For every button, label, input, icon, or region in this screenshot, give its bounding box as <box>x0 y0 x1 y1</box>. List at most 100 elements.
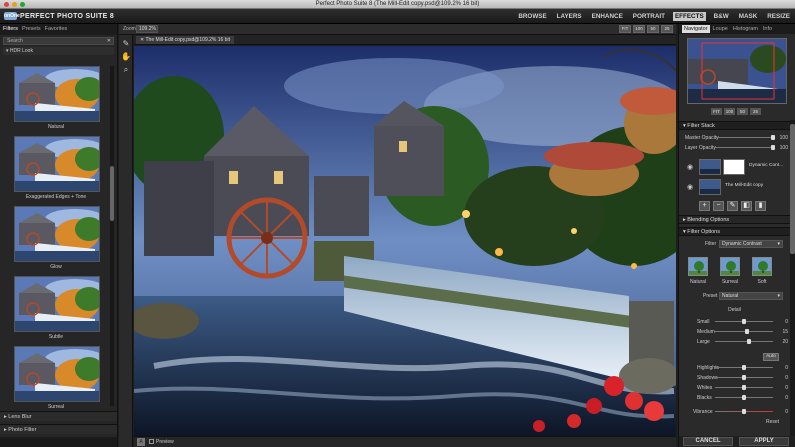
tone-whites-slider[interactable]: Whites 0 <box>685 384 788 392</box>
tab-presets[interactable]: Presets <box>22 26 41 33</box>
slider-knob[interactable] <box>742 375 746 380</box>
slider-track[interactable] <box>715 341 773 342</box>
document-tab[interactable]: ✕ The Mill-Edit copy.psd@109.2% 16 bit <box>136 36 234 44</box>
module-tab-resize[interactable]: RESIZE <box>765 12 792 21</box>
tab-histogram[interactable]: Histogram <box>731 25 760 33</box>
zoom-50-button[interactable]: 50 <box>647 25 659 33</box>
trash-icon[interactable]: ▮ <box>755 201 766 211</box>
slider-knob[interactable] <box>742 365 746 370</box>
reset-link[interactable]: Reset <box>766 419 779 425</box>
preset-surreal[interactable]: Surreal <box>720 257 740 285</box>
tab-navigator[interactable]: Navigator <box>682 25 710 33</box>
detail-small-slider[interactable]: Small 0 <box>685 318 788 326</box>
slider-knob[interactable] <box>742 319 746 324</box>
master-opacity-track[interactable] <box>715 137 773 138</box>
zoom-value-field[interactable]: 109.2% <box>136 25 158 33</box>
master-opacity-slider[interactable]: Master Opacity 100 <box>685 134 788 142</box>
slider-knob[interactable] <box>746 339 751 344</box>
image-canvas[interactable] <box>134 46 676 436</box>
view-mode-icon[interactable]: A <box>137 438 145 446</box>
filter-search-input[interactable]: Search ✕ <box>3 37 114 45</box>
blending-options-header[interactable]: ▸ Blending Options <box>679 215 790 224</box>
clear-search-icon[interactable]: ✕ <box>107 38 111 44</box>
layer-opacity-knob[interactable] <box>771 145 775 150</box>
eye-icon[interactable]: ◉ <box>687 183 693 191</box>
tab-filters[interactable]: Filters <box>3 26 18 33</box>
right-scroll-thumb[interactable] <box>790 124 795 254</box>
filter-thumbnail-label: Exaggerated Edges + Tone <box>25 194 87 200</box>
master-opacity-knob[interactable] <box>771 135 775 140</box>
remove-layer-icon[interactable]: − <box>713 201 724 211</box>
module-tab-browse[interactable]: BROWSE <box>516 12 548 21</box>
navigator-100-button[interactable]: 100 <box>724 108 735 115</box>
filter-thumbnail[interactable]: Glow <box>3 204 109 274</box>
layer-row-original[interactable]: ◉ The Mill-Edit copy <box>687 178 785 196</box>
filter-thumbnail[interactable]: Subtle <box>3 274 109 344</box>
slider-knob[interactable] <box>742 385 746 390</box>
filter-options-header[interactable]: ▾ Filter Options <box>679 227 790 236</box>
right-scrollbar[interactable] <box>790 120 795 438</box>
module-tab-mask[interactable]: MASK <box>737 12 760 21</box>
tone-shadows-slider[interactable]: Shadows 0 <box>685 374 788 382</box>
navigator-50-button[interactable]: 50 <box>737 108 748 115</box>
zoom-25-button[interactable]: 25 <box>661 25 673 33</box>
preview-toggle[interactable]: Preview <box>149 439 174 445</box>
module-nav: BROWSE LAYERS ENHANCE PORTRAIT EFFECTS B&W MAS… <box>516 12 792 21</box>
cancel-button[interactable]: CANCEL <box>683 437 733 446</box>
module-tab-enhance[interactable]: ENHANCE <box>590 12 625 21</box>
auto-button[interactable]: Auto <box>763 353 779 361</box>
filter-thumbnail[interactable]: Surreal <box>3 344 109 414</box>
navigator-25-button[interactable]: 25 <box>750 108 761 115</box>
preview-checkbox[interactable] <box>149 439 154 445</box>
category-photo-filter[interactable]: ▸ Photo Filter <box>0 424 117 434</box>
vibrance-knob[interactable] <box>742 409 746 414</box>
filter-select-row: Filter Dynamic Contrast <box>685 240 788 248</box>
layer-opacity-slider[interactable]: Layer Opacity 100 <box>685 144 788 152</box>
navigator-fit-button[interactable]: FIT <box>711 108 722 115</box>
preset-select[interactable]: Natural <box>719 292 783 300</box>
left-scroll-thumb[interactable] <box>110 166 114 221</box>
vibrance-slider[interactable]: Vibrance 0 <box>685 408 788 416</box>
filter-thumbnail[interactable]: Natural <box>3 64 109 134</box>
category-lens-blur[interactable]: ▸ Lens Blur <box>0 411 117 421</box>
brush-mask-icon[interactable]: ✎ <box>727 201 738 211</box>
slider-knob[interactable] <box>742 395 746 400</box>
module-tab-portrait[interactable]: PORTRAIT <box>631 12 667 21</box>
tree-icon <box>720 257 740 276</box>
add-layer-icon[interactable]: + <box>699 201 710 211</box>
slider-knob[interactable] <box>745 329 750 334</box>
module-tab-bw[interactable]: B&W <box>712 12 731 21</box>
slider-label: Highlights <box>697 365 719 371</box>
detail-large-slider[interactable]: Large 20 <box>685 338 788 346</box>
zoom-fit-button[interactable]: FIT <box>619 25 631 33</box>
module-tab-effects[interactable]: EFFECTS <box>672 12 706 21</box>
category-hdr-look[interactable]: ▾ HDR Look <box>3 47 114 55</box>
preset-natural[interactable]: Natural <box>688 257 708 285</box>
module-tab-layers[interactable]: LAYERS <box>555 12 584 21</box>
filter-thumbnail[interactable]: Exaggerated Edges + Tone <box>3 134 109 204</box>
preset-soft[interactable]: Soft <box>752 257 772 285</box>
tone-highlights-slider[interactable]: Highlights 0 <box>685 364 788 372</box>
navigator-preview[interactable] <box>687 38 787 104</box>
zoom-100-button[interactable]: 100 <box>633 25 645 33</box>
slider-track[interactable] <box>715 331 773 332</box>
eye-icon[interactable]: ◉ <box>687 163 693 171</box>
zoom-tool-icon[interactable]: ⌕ <box>121 65 131 75</box>
tab-info[interactable]: Info <box>761 25 774 33</box>
filter-stack-header[interactable]: ▾ Filter Stack <box>679 121 790 130</box>
mask-icon[interactable]: ◧ <box>741 201 752 211</box>
filter-select[interactable]: Dynamic Contrast <box>719 240 783 248</box>
layer-row-dynamic-contrast[interactable]: ◉ Dynamic Cont... <box>687 158 785 176</box>
detail-medium-slider[interactable]: Medium 15 <box>685 328 788 336</box>
slider-value: 15 <box>782 329 788 335</box>
left-scrollbar[interactable] <box>110 66 114 406</box>
layer-opacity-track[interactable] <box>715 147 773 148</box>
tab-favorites[interactable]: Favorites <box>45 26 68 33</box>
brush-tool-icon[interactable]: ✎ <box>121 39 131 49</box>
hand-tool-icon[interactable]: ✋ <box>121 52 131 62</box>
filter-thumbnail-label: Natural <box>47 124 65 130</box>
apply-button[interactable]: APPLY <box>739 437 789 446</box>
tab-loupe[interactable]: Loupe <box>711 25 730 33</box>
tone-blacks-slider[interactable]: Blacks 0 <box>685 394 788 402</box>
photo-the-mill <box>134 46 676 436</box>
